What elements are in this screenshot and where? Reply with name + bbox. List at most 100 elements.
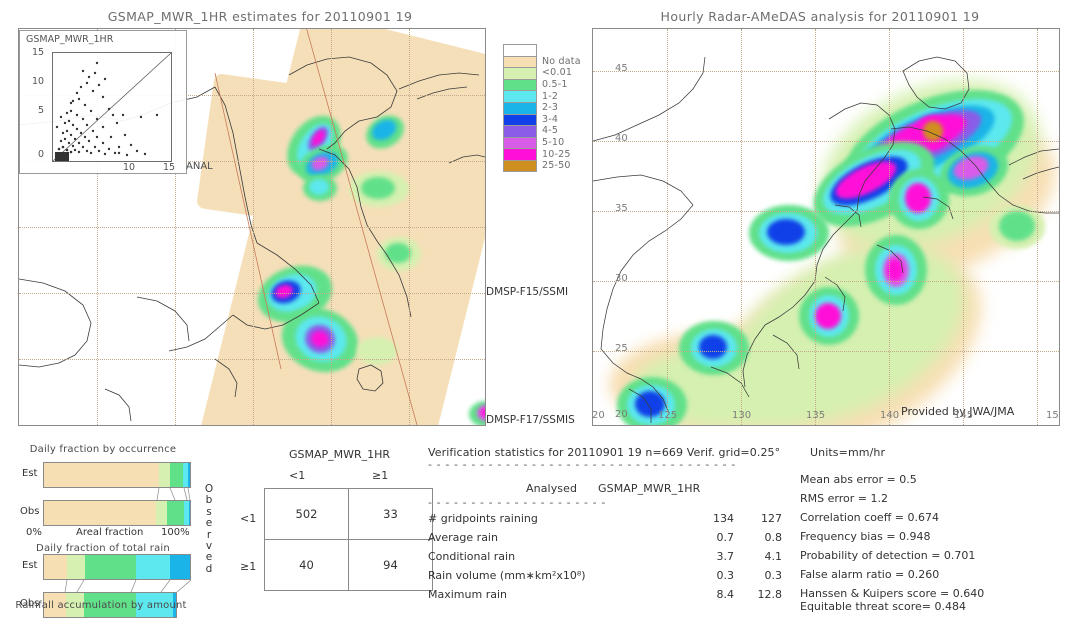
- colorbar-swatch: [503, 148, 537, 160]
- precip-blob: [905, 183, 931, 213]
- grid-line: [593, 351, 1059, 352]
- stat-label: Maximum rain: [428, 588, 507, 601]
- cell-hit-lt1-lt1: 502: [264, 488, 349, 540]
- score-mean-abs-error: Mean abs error = 0.5: [800, 473, 917, 486]
- colorbar-swatch: [503, 101, 537, 114]
- occurrence-est-label: Est: [22, 468, 38, 479]
- bar-segment: [158, 463, 170, 487]
- colorbar-entry: [503, 44, 581, 56]
- units-label: Units=mm/hr: [810, 446, 886, 459]
- colorbar-swatch: [503, 67, 537, 79]
- inset-ytick-10: 10: [32, 76, 45, 87]
- totalrain-est-label: Est: [22, 560, 38, 571]
- colorbar-label: 25-50: [542, 160, 571, 172]
- score-rms-error: RMS error = 1.2: [800, 492, 888, 505]
- colorbar-swatch: [503, 159, 537, 172]
- bar-segment: [156, 501, 167, 525]
- contingency-col-header-lt1: <1: [289, 469, 306, 482]
- precipitation-colorbar: No data <0.01 0.5-1 1-2 2-3 3-4 4-5 5-10…: [503, 44, 581, 172]
- scatter-points: [53, 53, 171, 161]
- colorbar-swatch: [503, 136, 537, 149]
- axis-min-label: 0%: [26, 527, 42, 538]
- colorbar-entry: <0.01: [503, 67, 581, 79]
- stat-analysed: 134: [713, 512, 734, 525]
- areal-fraction-label: Areal fraction: [76, 527, 144, 538]
- grid-line: [593, 281, 1059, 282]
- score-correlation-coeff: Correlation coeff = 0.674: [800, 511, 939, 524]
- bar-segment: [169, 463, 184, 487]
- colorbar-label: 10-25: [542, 148, 571, 160]
- precip-blob: [309, 179, 329, 195]
- left-panel-title: GSMAP_MWR_1HR estimates for 20110901 19: [107, 9, 413, 24]
- occurrence-obs-bar[interactable]: [43, 500, 191, 526]
- inset-xtick-10: 10: [123, 162, 136, 173]
- total-rain-chart-title: Daily fraction of total rain: [36, 543, 170, 554]
- score-false-alarm-ratio: False alarm ratio = 0.260: [800, 568, 940, 581]
- colorbar-swatch: [503, 55, 537, 68]
- grid-line: [593, 71, 1059, 72]
- satellite-label-f15: DMSP-F15/SSMI: [486, 286, 569, 298]
- inset-ytick-5: 5: [38, 105, 45, 116]
- colorbar-label: 4-5: [542, 125, 559, 137]
- score-frequency-bias: Frequency bias = 0.948: [800, 530, 931, 543]
- occurrence-obs-label: Obs: [20, 506, 40, 517]
- right-map-panel[interactable]: 45 40 35 30 25 20 Provided by JWA/JMA: [592, 28, 1060, 426]
- cell-lt1-ge1: 33: [348, 488, 433, 540]
- occurrence-connector-lines: [156, 488, 191, 500]
- contingency-table[interactable]: 502 33 40 94: [264, 488, 433, 591]
- cell-ge1-ge1: 94: [348, 539, 433, 591]
- occurrence-est-bar[interactable]: [43, 462, 191, 488]
- score-probability-of-detection: Probability of detection = 0.701: [800, 549, 976, 562]
- precip-blob: [767, 219, 805, 245]
- bar-segment: [44, 555, 68, 579]
- inset-scatter-panel[interactable]: GSMAP_MWR_1HR 15 10 5 0 10 15: [19, 30, 187, 174]
- stat-analysed: 3.7: [716, 550, 735, 563]
- grid-line: [963, 29, 964, 425]
- colorbar-entry: No data: [503, 55, 581, 68]
- colorbar-entry: 2-3: [503, 101, 581, 114]
- precip-blob: [357, 337, 397, 365]
- bar-segment: [67, 555, 85, 579]
- colorbar-label: 1-2: [542, 90, 559, 102]
- colorbar-label: 0.5-1: [542, 79, 568, 91]
- lon-tick-145: 145: [954, 410, 974, 421]
- bar-segment: [44, 463, 159, 487]
- colorbar-entry: 1-2: [503, 90, 581, 102]
- inset-anal-label: ANAL: [186, 161, 213, 172]
- colorbar-entry: 4-5: [503, 125, 581, 137]
- lon-tick-130: 130: [732, 410, 752, 421]
- table-row: 502 33: [264, 488, 433, 540]
- totalrain-est-bar[interactable]: [43, 554, 191, 580]
- colorbar-entry: 0.5-1: [503, 78, 581, 91]
- colorbar-label: No data: [542, 55, 581, 67]
- grid-line: [19, 227, 485, 228]
- occurrence-chart-title: Daily fraction by occurrence: [29, 444, 177, 455]
- grid-line: [741, 29, 742, 425]
- bar-segment: [135, 555, 170, 579]
- bar-segment: [188, 501, 190, 525]
- score-equitable-threat: Equitable threat score= 0.484: [800, 600, 966, 613]
- scatter-plot-area: [52, 52, 172, 162]
- stat-label: Average rain: [428, 531, 498, 544]
- grid-line: [593, 211, 1059, 212]
- divider-mid: - - - - - - - - - - - - - - - - - - - - …: [428, 496, 606, 509]
- colorbar-label: 3-4: [542, 113, 559, 125]
- precip-blob: [999, 211, 1035, 241]
- col-header-estimate: GSMAP_MWR_1HR: [598, 482, 701, 495]
- lon-tick-125: 125: [658, 410, 678, 421]
- lat-tick-20: 20: [615, 409, 628, 420]
- stat-estimate: 0.8: [764, 531, 783, 544]
- score-hanssen-kuipers: Hanssen & Kuipers score = 0.640: [800, 587, 985, 600]
- stat-analysed: 8.4: [716, 588, 735, 601]
- precip-blob: [815, 303, 841, 329]
- colorbar-label: 5-10: [542, 137, 565, 149]
- lon-tick-150: 15: [1046, 410, 1059, 421]
- colorbar-entry: 3-4: [503, 113, 581, 126]
- stat-analysed: 0.3: [716, 569, 735, 582]
- bar-segment: [169, 555, 190, 579]
- grid-line: [889, 29, 890, 425]
- stat-estimate: 4.1: [764, 550, 783, 563]
- grid-line: [815, 29, 816, 425]
- stat-estimate: 12.8: [757, 588, 783, 601]
- bar-segment: [44, 501, 157, 525]
